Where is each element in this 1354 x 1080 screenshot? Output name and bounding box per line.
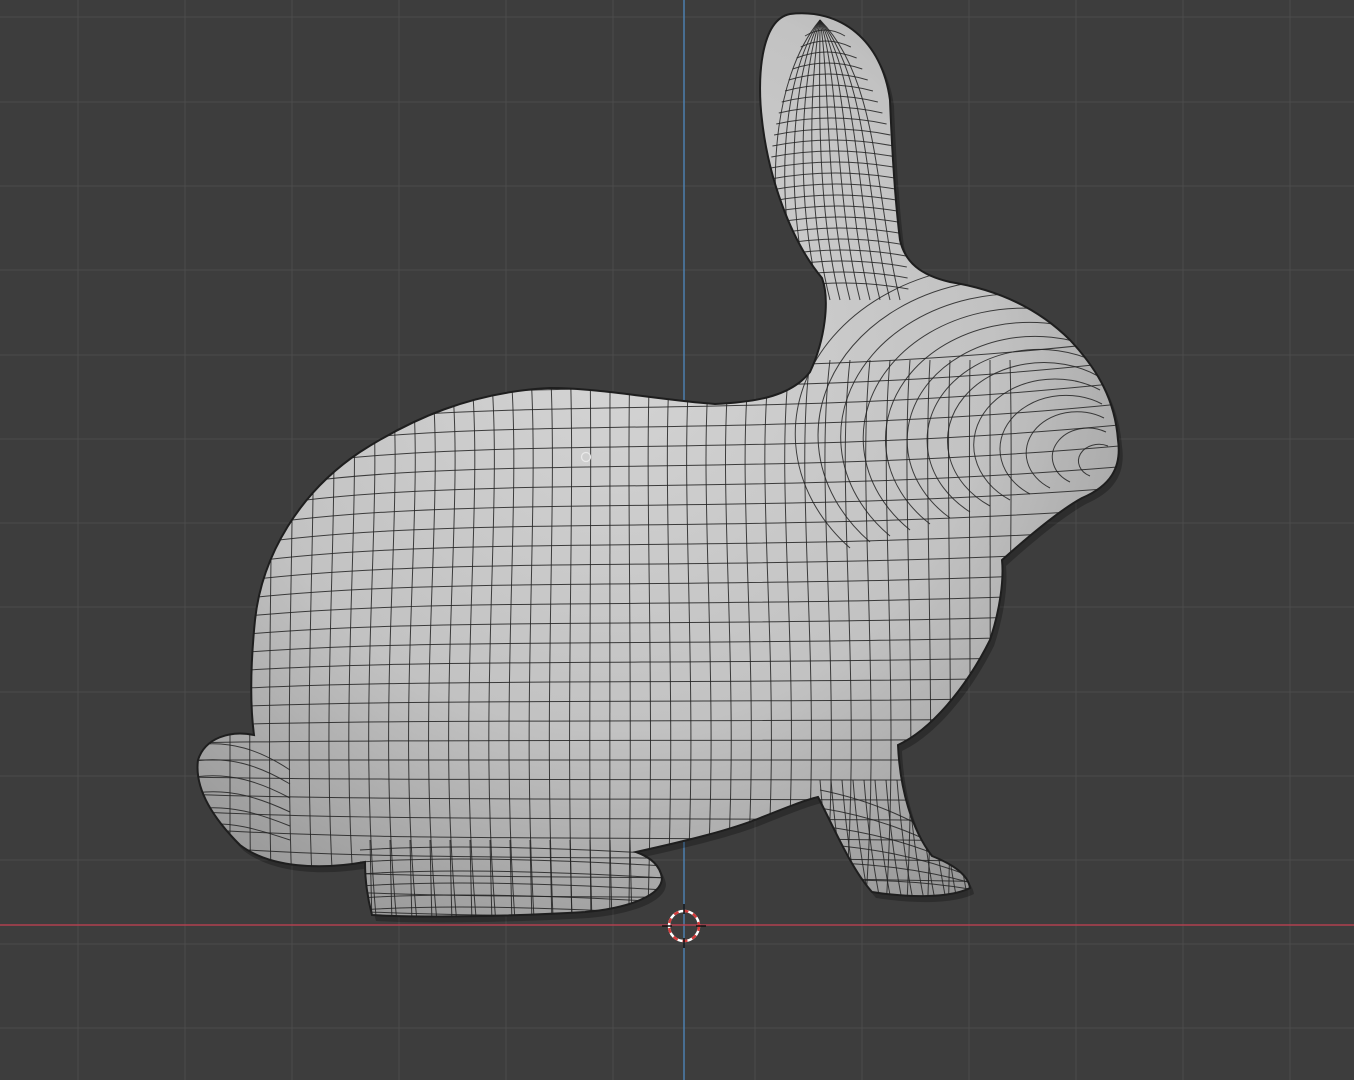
bunny-surface[interactable] bbox=[197, 13, 1119, 917]
3d-viewport[interactable] bbox=[0, 0, 1354, 1080]
bunny-mesh[interactable] bbox=[180, 12, 1130, 949]
viewport-canvas[interactable] bbox=[0, 0, 1354, 1080]
